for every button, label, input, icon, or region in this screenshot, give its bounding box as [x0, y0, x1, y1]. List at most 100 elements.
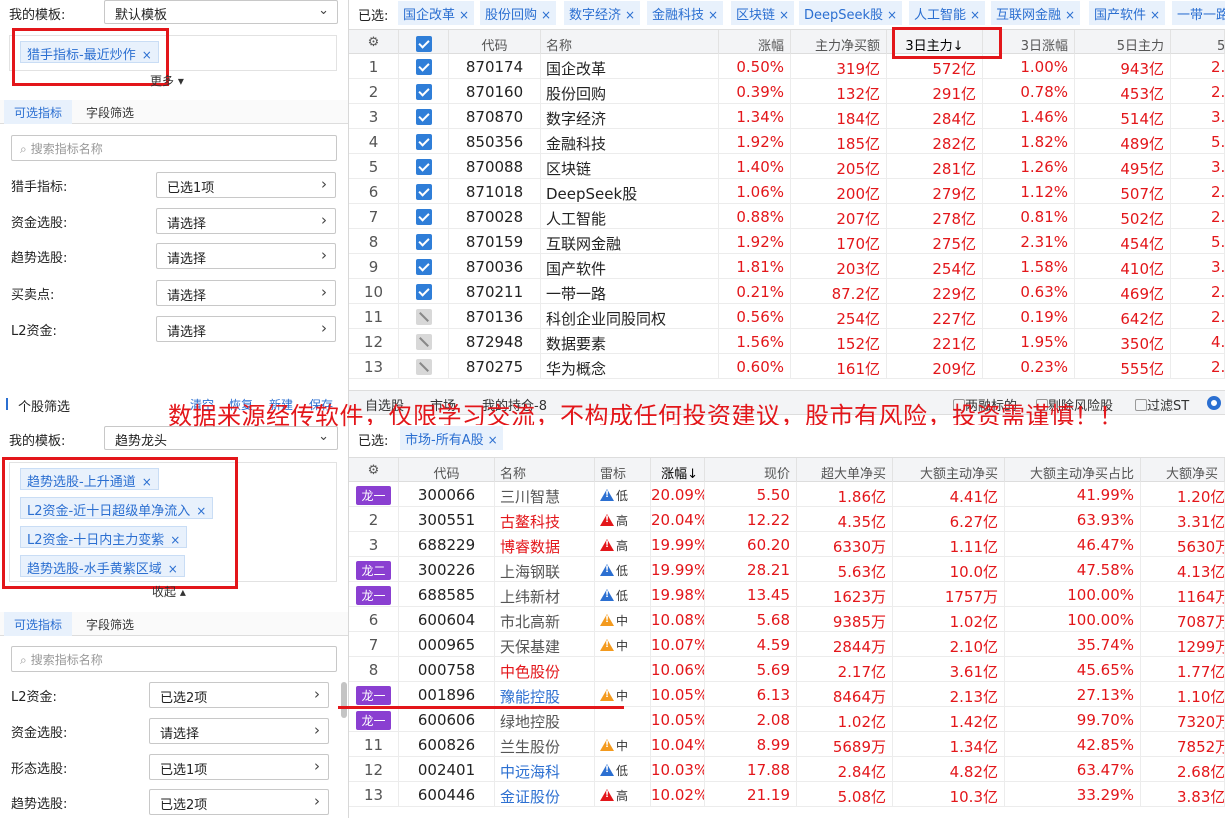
table-row[interactable]: 13600446金证股份高 10.02%21.195.08亿10.3亿33.29%… — [349, 782, 1225, 807]
table-row[interactable]: 龙一 001896豫能控股中 10.05%6.138464万2.13亿27.13%1… — [349, 682, 1225, 707]
col-price[interactable]: 现价 — [705, 458, 797, 483]
tag-item[interactable]: 趋势选股-上升通道 × — [20, 468, 159, 490]
tab-optional-indicators[interactable]: 可选指标 — [4, 612, 73, 636]
tag-item[interactable]: 趋势选股-水手黄紫区域 × — [20, 555, 185, 577]
table-row[interactable]: 11 870136 科创企业同股同权 0.56% 254亿 227亿 0.19% 642亿 2. — [349, 304, 1225, 329]
close-icon[interactable]: × — [708, 8, 718, 22]
filter-select[interactable]: 请选择 › — [156, 208, 336, 234]
table-row[interactable]: 6600604市北高新中 10.08%5.689385万1.02亿100.00%7… — [349, 607, 1225, 632]
table-row[interactable]: 龙一 300066三川智慧低 20.09%5.501.86亿4.41亿41.99%1… — [349, 482, 1225, 507]
cell-name[interactable]: 市北高新 — [495, 607, 595, 632]
panel-scrollbar[interactable] — [341, 682, 347, 718]
row-checkbox[interactable] — [399, 304, 449, 329]
cell-name[interactable]: 三川智慧 — [495, 482, 595, 507]
table-row[interactable]: 12002401中远海科低 10.03%17.882.84亿4.82亿63.47%… — [349, 757, 1225, 782]
close-icon[interactable]: × — [779, 8, 789, 22]
filter-select[interactable]: 已选1项 › — [149, 754, 329, 780]
cell-name[interactable]: 中远海科 — [495, 757, 595, 782]
header-checkbox[interactable] — [399, 30, 449, 55]
close-icon[interactable]: × — [170, 533, 180, 547]
settings-icon[interactable]: ⚙ — [349, 30, 399, 55]
table-row[interactable]: 9 870036 国产软件 1.81% 203亿 254亿 1.58% 410亿 3. — [349, 254, 1225, 279]
table-row[interactable]: 12 872948 数据要素 1.56% 152亿 221亿 1.95% 350亿 4. — [349, 329, 1225, 354]
option-st[interactable]: 过滤ST — [1135, 395, 1189, 414]
selected-tag[interactable]: 一带一路 — [1172, 1, 1225, 25]
selected-tag[interactable]: 数字经济 × — [564, 1, 641, 25]
close-icon[interactable]: × — [168, 562, 178, 576]
cell-name[interactable]: 金证股份 — [495, 782, 595, 807]
selected-tag[interactable]: 市场-所有A股 × — [400, 426, 503, 450]
close-icon[interactable]: × — [970, 8, 980, 22]
selected-tag[interactable]: 区块链 × — [731, 1, 795, 25]
table-row[interactable]: 11600826兰生股份中 10.04%8.995689万1.34亿42.85%7… — [349, 732, 1225, 757]
selected-tag[interactable]: 人工智能 × — [909, 1, 986, 25]
close-icon[interactable]: × — [142, 48, 152, 62]
table-row[interactable]: 龙一 688585上纬新材低 19.98%13.451623万1757万100.00… — [349, 582, 1225, 607]
row-checkbox[interactable] — [399, 229, 449, 254]
filter-select[interactable]: 请选择 › — [156, 316, 336, 342]
tag-hunter[interactable]: 猎手指标-最近炒作 × — [20, 41, 159, 63]
table-row[interactable]: 8 000758 中色股份 10.06% 5.69 2.17亿 3.61亿 45.65% 1.7… — [349, 657, 1225, 682]
row-checkbox[interactable] — [399, 104, 449, 129]
filter-select[interactable]: 请选择 › — [156, 280, 336, 306]
table-row[interactable]: 2300551古鳌科技高 20.04%12.224.35亿6.27亿63.93%3… — [349, 507, 1225, 532]
table-row[interactable]: 7 870028 人工智能 0.88% 207亿 278亿 0.81% 502亿 2. — [349, 204, 1225, 229]
col-change[interactable]: 涨幅 — [719, 30, 791, 55]
col-big-net[interactable]: 大额净买 — [1141, 458, 1225, 483]
row-checkbox[interactable] — [399, 179, 449, 204]
table-row[interactable]: 10 870211 一带一路 0.21% 87.2亿 229亿 0.63% 469亿 2. — [349, 279, 1225, 304]
radio-icon[interactable] — [1207, 396, 1221, 410]
row-checkbox[interactable] — [399, 354, 449, 379]
selected-tag[interactable]: 股份回购 × — [480, 1, 557, 25]
table-row[interactable]: 7000965天保基建中 10.07%4.592844万2.10亿35.74%12… — [349, 632, 1225, 657]
filter-select[interactable]: 请选择 › — [156, 243, 336, 269]
col-name[interactable]: 名称 — [541, 30, 719, 55]
filter-select[interactable]: 已选2项 › — [149, 682, 329, 708]
close-icon[interactable]: × — [459, 8, 469, 22]
cell-name[interactable]: 绿地控股 — [495, 707, 595, 732]
table-row[interactable]: 2 870160 股份回购 0.39% 132亿 291亿 0.78% 453亿 2. — [349, 79, 1225, 104]
col-net-buy[interactable]: 主力净买额 — [791, 30, 887, 55]
cell-name[interactable]: 兰生股份 — [495, 732, 595, 757]
table-row[interactable]: 6 871018 DeepSeek股 1.06% 200亿 279亿 1.12% 507亿 2. — [349, 179, 1225, 204]
collapse-toggle[interactable]: 收起 ▴ — [152, 583, 186, 600]
selected-tag[interactable]: 金融科技 × — [647, 1, 724, 25]
row-checkbox[interactable] — [399, 204, 449, 229]
col-name[interactable]: 名称 — [495, 458, 595, 483]
row-checkbox[interactable] — [399, 79, 449, 104]
close-icon[interactable]: × — [541, 8, 551, 22]
close-icon[interactable]: × — [1065, 8, 1075, 22]
col-code[interactable]: 代码 — [449, 30, 541, 55]
close-icon[interactable]: × — [142, 475, 152, 489]
table-row[interactable]: 龙一 600606 绿地控股 10.05% 2.08 1.02亿 1.42亿 99.70% 73… — [349, 707, 1225, 732]
cell-name[interactable]: 上纬新材 — [495, 582, 595, 607]
row-checkbox[interactable] — [399, 154, 449, 179]
template-select[interactable]: 默认模板 ⌄ — [104, 0, 338, 24]
settings-icon[interactable]: ⚙ — [349, 458, 399, 483]
table-row[interactable]: 3 870870 数字经济 1.34% 184亿 284亿 1.46% 514亿 3. — [349, 104, 1225, 129]
selected-tag[interactable]: DeepSeek股 × — [799, 1, 903, 25]
row-checkbox[interactable] — [399, 54, 449, 79]
table-row[interactable]: 4 850356 金融科技 1.92% 185亿 282亿 1.82% 489亿 5. — [349, 129, 1225, 154]
indicator-search-input[interactable]: ⌕ 搜索指标名称 — [11, 135, 337, 161]
col-big-ratio[interactable]: 大额主动净买占比 — [1005, 458, 1141, 483]
close-icon[interactable]: × — [488, 433, 498, 447]
col-risk[interactable]: 雷标 — [595, 458, 651, 483]
row-checkbox[interactable] — [399, 129, 449, 154]
cell-name[interactable]: 中色股份 — [495, 657, 595, 682]
row-checkbox[interactable] — [399, 279, 449, 304]
filter-select[interactable]: 已选2项 › — [149, 789, 329, 815]
col-change[interactable]: 涨幅↓ — [651, 458, 705, 483]
col-code[interactable]: 代码 — [399, 458, 495, 483]
col-big-active[interactable]: 大额主动净买 — [893, 458, 1005, 483]
tag-item[interactable]: L2资金-十日内主力变紫 × — [20, 526, 188, 548]
table-row[interactable]: 13 870275 华为概念 0.60% 161亿 209亿 0.23% 555亿 2. — [349, 354, 1225, 379]
selected-tag[interactable]: 互联网金融 × — [991, 1, 1081, 25]
tab-field-filter[interactable]: 字段筛选 — [76, 100, 144, 124]
cell-name[interactable]: 古鳌科技 — [495, 507, 595, 532]
col-5day[interactable]: 5日 — [1171, 30, 1225, 55]
table-row[interactable]: 3688229博睿数据高 19.99%60.206330万1.11亿46.47%5… — [349, 532, 1225, 557]
col-3day-main[interactable]: 3日主力↓ — [887, 30, 983, 55]
row-checkbox[interactable] — [399, 254, 449, 279]
table-row[interactable]: 8 870159 互联网金融 1.92% 170亿 275亿 2.31% 454亿 5. — [349, 229, 1225, 254]
